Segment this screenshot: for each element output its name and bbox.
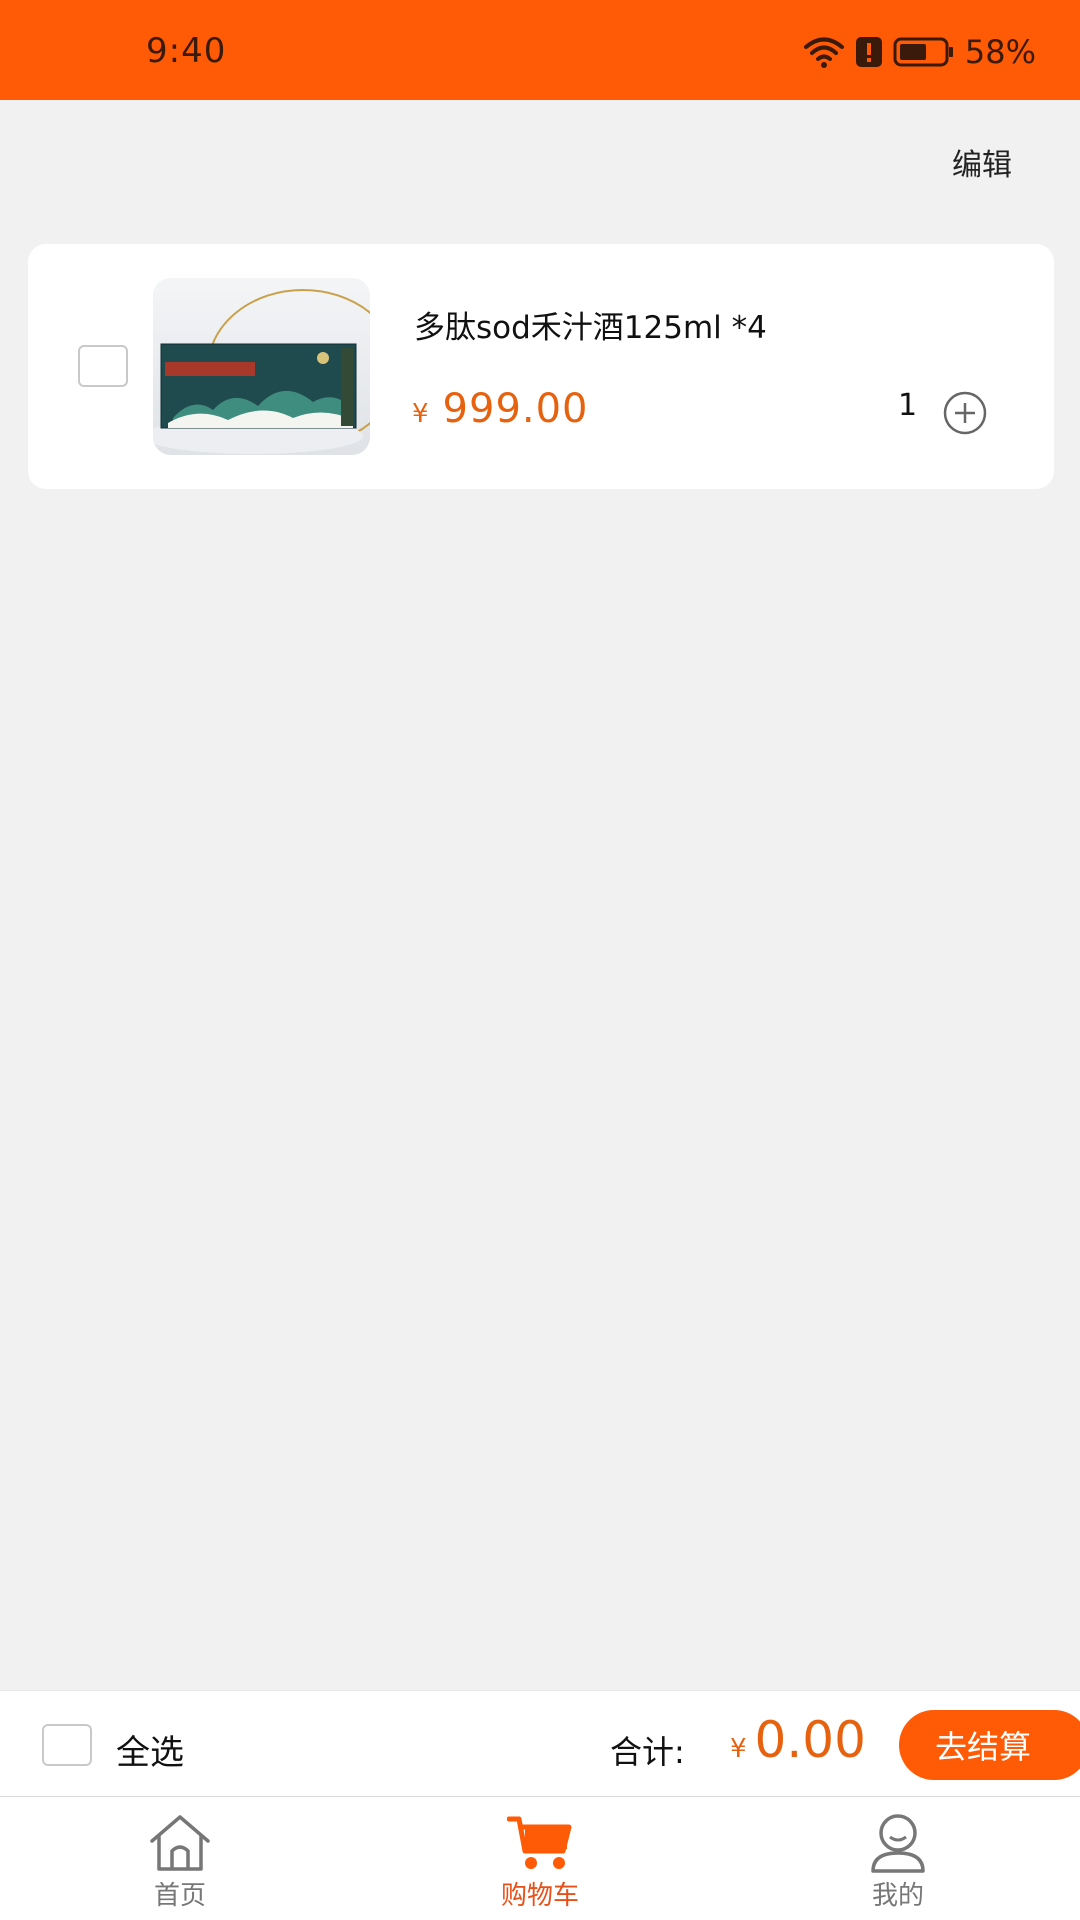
battery-percentage: 58% bbox=[964, 33, 1036, 71]
total-label: 合计: bbox=[610, 1733, 685, 1771]
wifi-icon bbox=[803, 35, 845, 69]
quantity-value: 1 bbox=[898, 388, 918, 423]
checkout-button[interactable]: 去结算 bbox=[899, 1710, 1080, 1780]
product-title[interactable]: 多肽sod禾汁酒125ml *4 bbox=[414, 302, 767, 347]
bottom-nav: 首页 购物车 我的 bbox=[0, 1796, 1080, 1920]
home-icon bbox=[150, 1815, 210, 1871]
status-time: 9:40 bbox=[146, 31, 227, 71]
total-amount: 0.00 bbox=[754, 1711, 866, 1769]
total-price: ¥ 0.00 bbox=[730, 1711, 866, 1769]
checkout-bar: 全选 合计: ¥ 0.00 去结算 bbox=[0, 1690, 1080, 1796]
status-bar: 9:40 58% bbox=[0, 0, 1080, 100]
price-amount: 999.00 bbox=[442, 386, 589, 432]
user-icon bbox=[871, 1814, 925, 1873]
nav-item-home[interactable]: 首页 bbox=[80, 1797, 280, 1920]
cart-item: 多肽sod禾汁酒125ml *4 ¥ 999.00 1 bbox=[28, 244, 1054, 489]
item-checkbox[interactable] bbox=[78, 345, 128, 387]
currency-symbol: ¥ bbox=[412, 399, 429, 429]
nav-label-mine: 我的 bbox=[871, 1881, 924, 1911]
product-price: ¥ 999.00 bbox=[412, 386, 589, 432]
select-all-checkbox[interactable] bbox=[42, 1724, 92, 1766]
edit-button[interactable]: 编辑 bbox=[952, 140, 1012, 184]
nav-item-cart[interactable]: 购物车 bbox=[440, 1797, 640, 1920]
status-icons: 58% bbox=[803, 30, 1036, 74]
plus-circle-icon[interactable] bbox=[942, 390, 988, 436]
nav-item-mine[interactable]: 我的 bbox=[798, 1797, 998, 1920]
nav-label-cart: 购物车 bbox=[500, 1881, 579, 1911]
alert-icon bbox=[855, 36, 883, 68]
nav-label-home: 首页 bbox=[153, 1881, 206, 1911]
currency-symbol: ¥ bbox=[730, 1734, 747, 1764]
select-all-label[interactable]: 全选 bbox=[116, 1725, 184, 1774]
product-image[interactable] bbox=[153, 278, 370, 455]
battery-icon bbox=[893, 37, 955, 67]
cart-icon bbox=[507, 1816, 572, 1869]
